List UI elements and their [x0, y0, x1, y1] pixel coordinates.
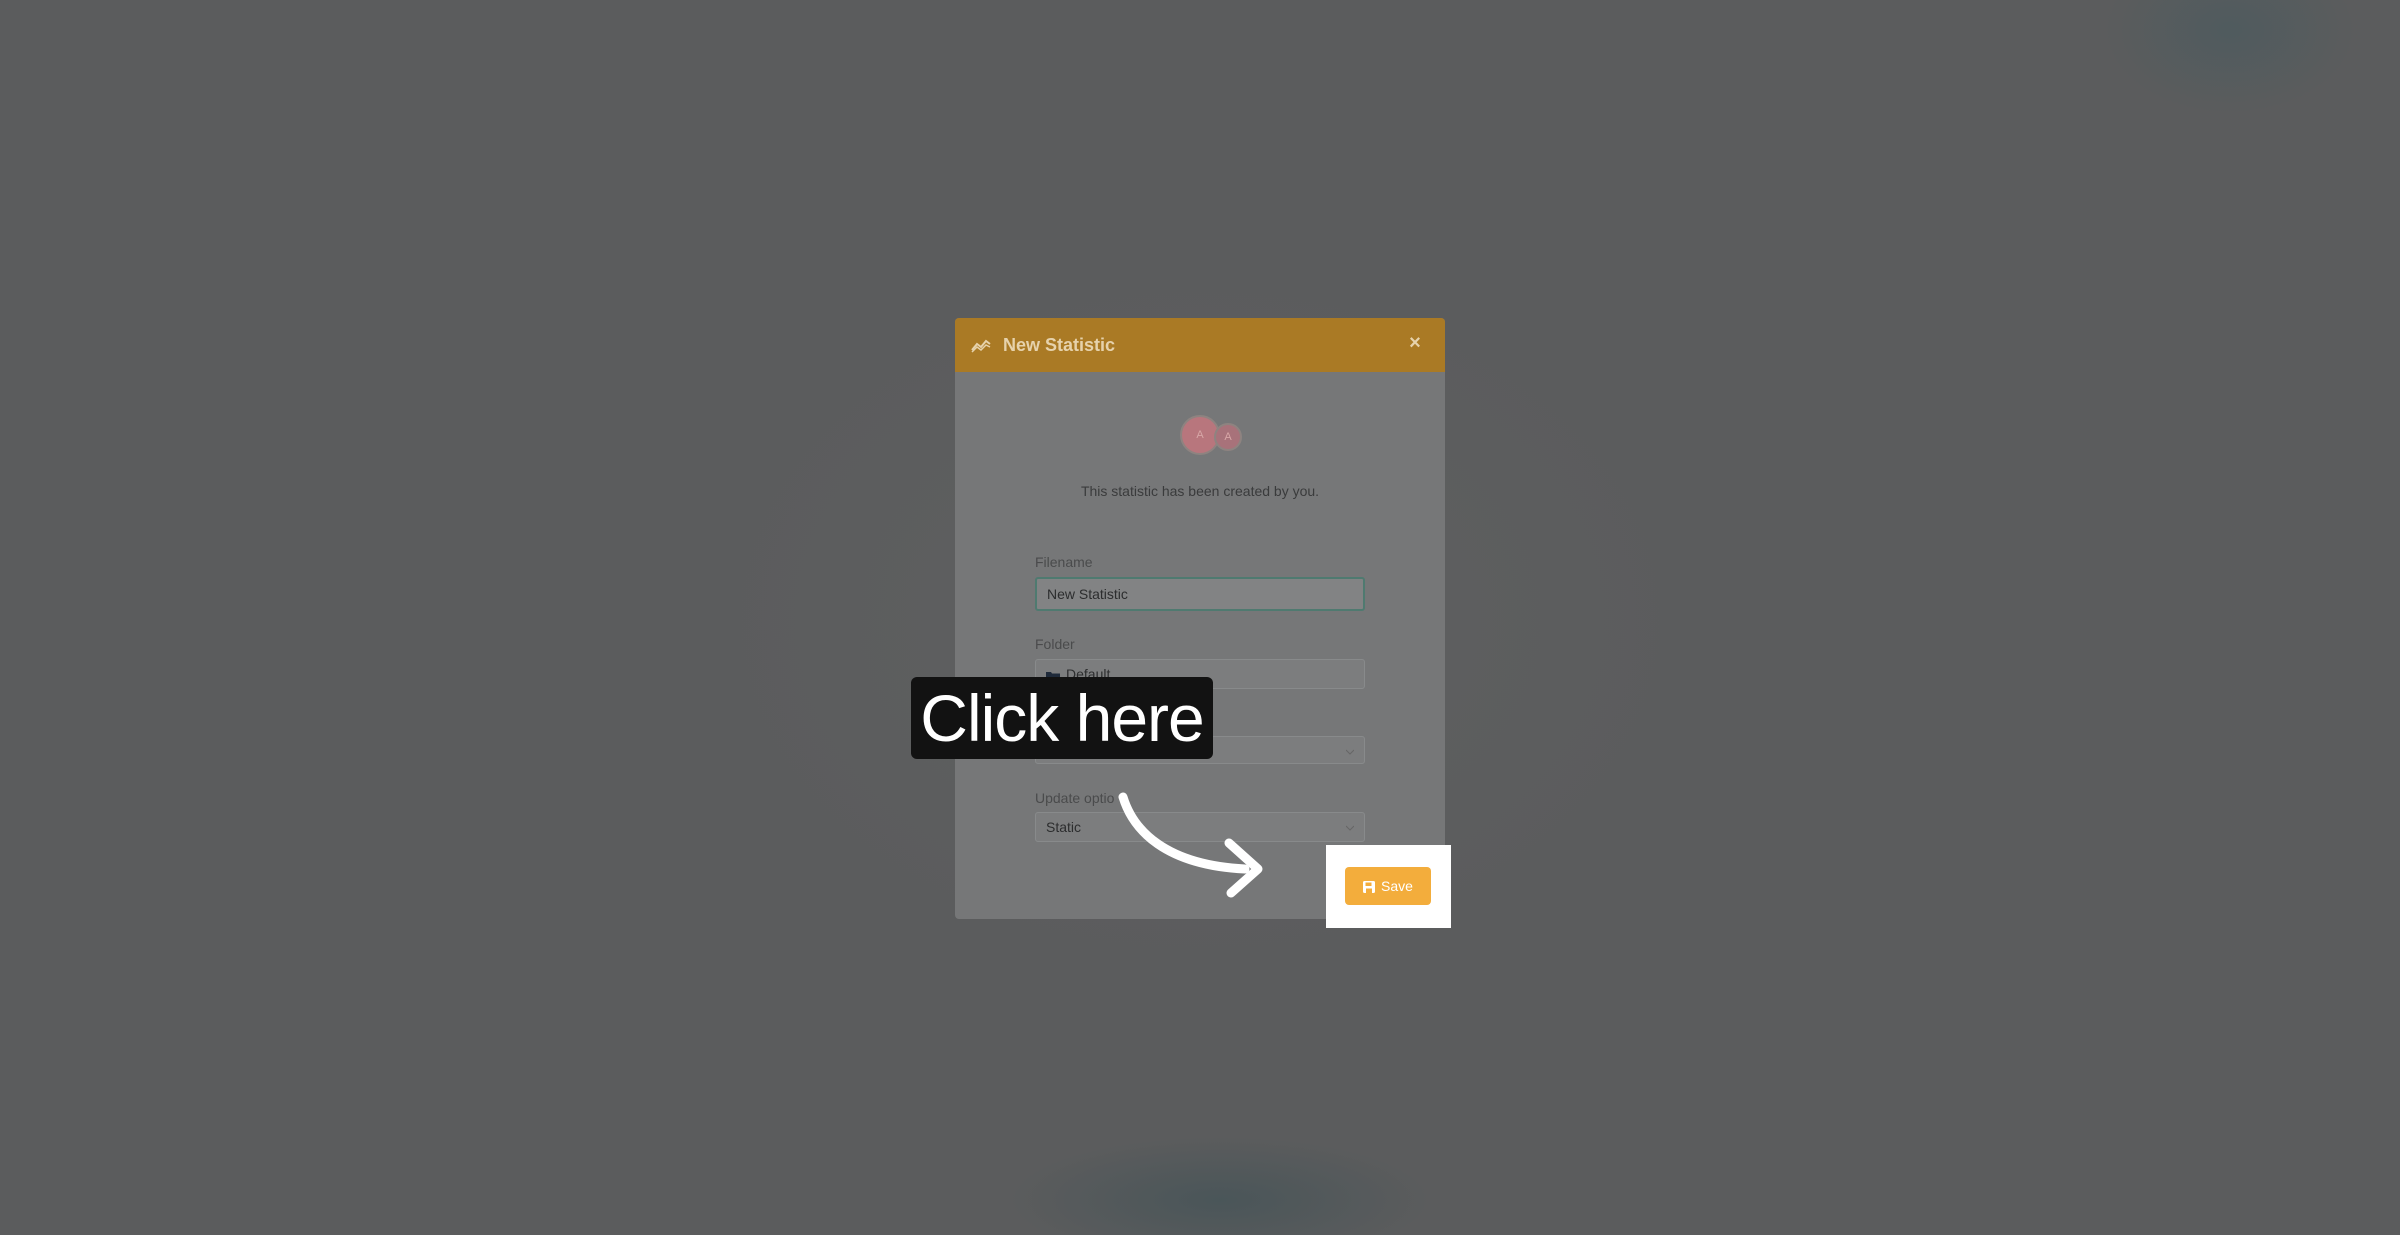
save-button[interactable]: Save [1345, 867, 1431, 905]
curved-arrow-icon [1118, 792, 1263, 898]
avatar: A [1214, 423, 1242, 451]
chart-line-icon [971, 336, 993, 354]
avatar-group: A A [1180, 415, 1250, 457]
filename-input[interactable]: New Statistic [1035, 577, 1365, 611]
modal-title: New Statistic [1003, 334, 1116, 355]
save-label: Save [1381, 878, 1413, 894]
update-option-label: Update optio [1035, 790, 1115, 806]
filename-label: Filename [1035, 554, 1093, 570]
modal-header: New Statistic × [955, 318, 1445, 372]
update-option-value: Static [1046, 819, 1082, 835]
chevron-down-icon [1346, 825, 1354, 831]
save-icon [1363, 880, 1376, 893]
close-icon[interactable]: × [1405, 332, 1425, 356]
chevron-down-icon [1346, 749, 1354, 755]
filename-value: New Statistic [1047, 586, 1128, 602]
click-here-callout: Click here [911, 677, 1213, 759]
folder-label: Folder [1035, 636, 1075, 652]
created-by-text: This statistic has been created by you. [1080, 483, 1320, 499]
